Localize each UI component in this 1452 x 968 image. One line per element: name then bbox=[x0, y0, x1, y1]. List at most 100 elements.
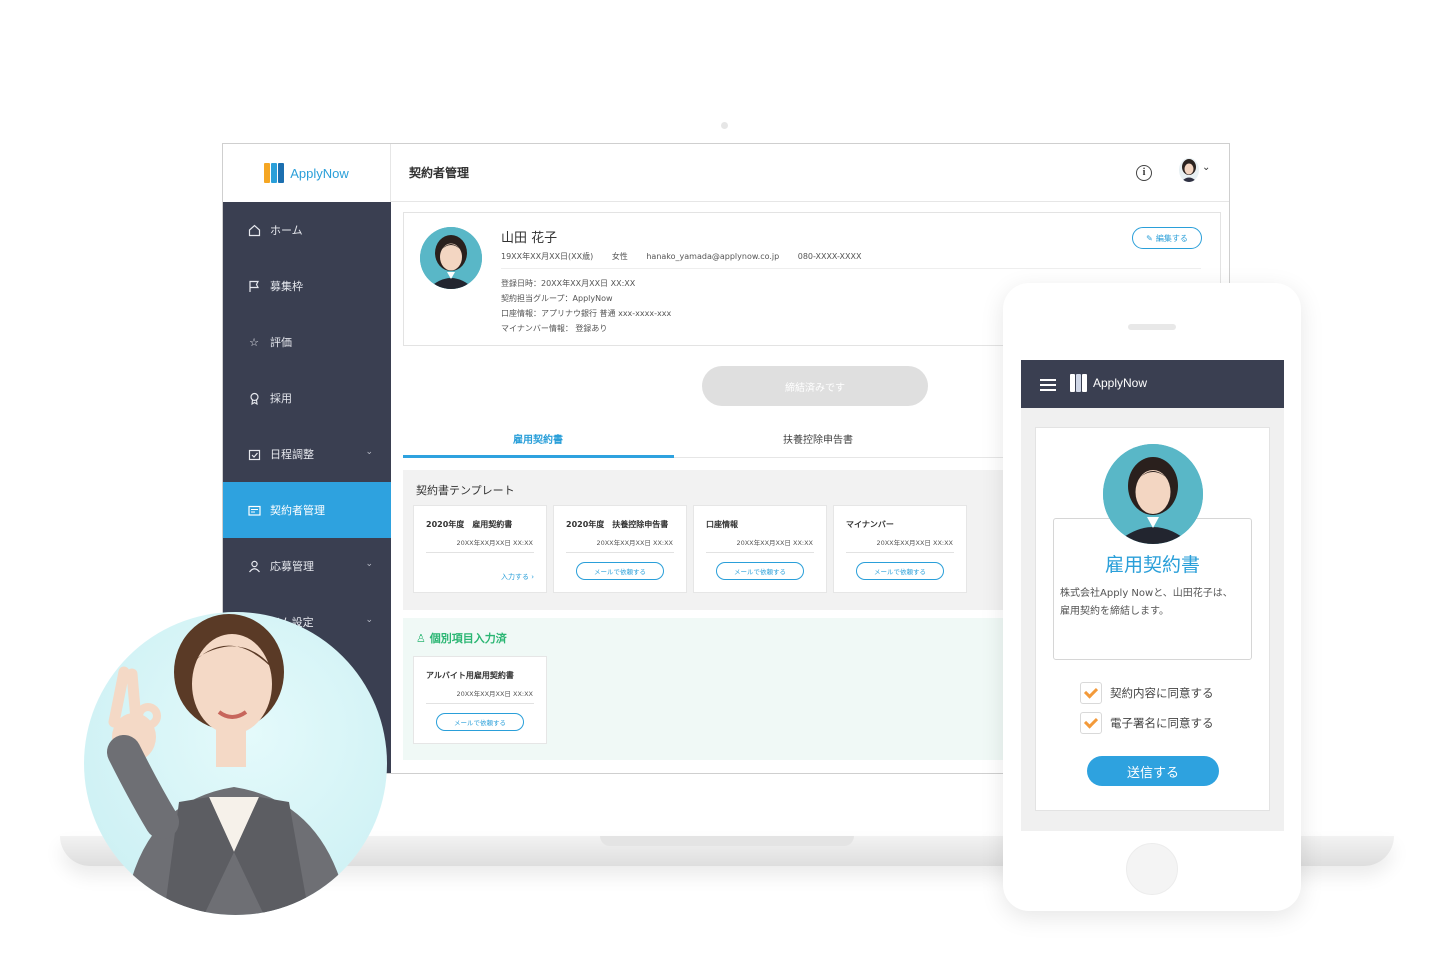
individual-items-panel: ♙ 個別項目入力済 アルバイト用雇用契約書 20XX年XX月XX日 XX:XX … bbox=[403, 618, 1003, 760]
chevron-down-icon: ⌄ bbox=[365, 615, 373, 625]
info-icon[interactable]: i bbox=[1136, 165, 1152, 181]
sidebar-item-label: 日程調整 bbox=[270, 448, 314, 461]
chevron-down-icon: ⌄ bbox=[365, 559, 373, 569]
sidebar-item-recruit-slots[interactable]: 募集枠 bbox=[223, 258, 391, 314]
sidebar-item-label: 採用 bbox=[270, 392, 292, 405]
user-avatar[interactable] bbox=[1179, 158, 1199, 182]
phone-screen: ApplyNow 雇用契約書 株式会社Apply Nowと、山田花子は、雇用契約… bbox=[1021, 360, 1284, 831]
divider bbox=[426, 552, 534, 553]
edit-button[interactable]: ✎ 編集する bbox=[1132, 227, 1202, 249]
edit-button-label: 編集する bbox=[1155, 233, 1188, 243]
checkmark-icon[interactable] bbox=[1080, 712, 1102, 734]
template-card: 2020年度 扶養控除申告書 20XX年XX月XX日 XX:XX メールで依頼す… bbox=[553, 505, 687, 593]
profile-registered: 登録日時：20XX年XX月XX日 XX:XX bbox=[501, 279, 636, 288]
chevron-down-icon: ⌄ bbox=[365, 447, 373, 457]
sidebar-item-schedule[interactable]: 日程調整 ⌄ bbox=[223, 426, 391, 482]
laptop-camera bbox=[721, 122, 728, 129]
email-request-button[interactable]: メールで依頼する bbox=[436, 713, 524, 731]
profile-photo bbox=[420, 227, 482, 289]
flag-icon bbox=[247, 279, 261, 293]
individual-items-label: 個別項目入力済 bbox=[429, 632, 507, 645]
tab-dependent-deduction[interactable]: 扶養控除申告書 bbox=[683, 431, 953, 446]
email-request-button[interactable]: メールで依頼する bbox=[716, 562, 804, 580]
calendar-icon bbox=[247, 447, 261, 461]
sidebar-item-home[interactable]: ホーム bbox=[223, 202, 391, 258]
edit-icon: ✎ bbox=[1146, 233, 1153, 243]
phone-speaker bbox=[1128, 324, 1176, 330]
tab-employment-contract[interactable]: 雇用契約書 bbox=[403, 431, 673, 446]
page-title: 契約者管理 bbox=[409, 166, 470, 180]
template-panel: 契約書テンプレート 2020年度 雇用契約書 20XX年XX月XX日 XX:XX… bbox=[403, 470, 1003, 610]
template-card-date: 20XX年XX月XX日 XX:XX bbox=[736, 539, 813, 547]
document-tabs: 雇用契約書 扶養控除申告書 bbox=[403, 428, 1003, 458]
sidebar-item-contractors[interactable]: 契約者管理 bbox=[223, 482, 391, 538]
input-link[interactable]: 入力する › bbox=[501, 572, 534, 582]
phone-frame: ApplyNow 雇用契約書 株式会社Apply Nowと、山田花子は、雇用契約… bbox=[1003, 283, 1301, 911]
id-card-icon bbox=[247, 503, 261, 517]
template-card-date: 20XX年XX月XX日 XX:XX bbox=[456, 539, 533, 547]
agree-content-checkbox[interactable]: 契約内容に同意する bbox=[1080, 682, 1214, 704]
laptop-notch bbox=[600, 836, 854, 846]
phone-home-button[interactable] bbox=[1126, 843, 1178, 895]
profile-bank: 口座情報：アプリナウ銀行 普通 xxx-xxxx-xxx bbox=[501, 309, 672, 318]
template-card-title: マイナンバー bbox=[846, 520, 894, 529]
email-request-button[interactable]: メールで依頼する bbox=[576, 562, 664, 580]
checkmark-icon[interactable] bbox=[1080, 682, 1102, 704]
ribbon-icon bbox=[247, 391, 261, 405]
sidebar-item-applications[interactable]: 応募管理 ⌄ bbox=[223, 538, 391, 594]
top-bar: 契約者管理 i ⌄ bbox=[391, 144, 1229, 202]
sidebar-item-label: 契約者管理 bbox=[270, 504, 325, 517]
sidebar-item-label: ホーム bbox=[270, 224, 303, 237]
presenter-photo bbox=[84, 612, 387, 915]
contract-status-button[interactable]: 締結済みです bbox=[702, 366, 928, 406]
template-card-title: アルバイト用雇用契約書 bbox=[426, 671, 514, 680]
contract-title: 雇用契約書 bbox=[1104, 554, 1200, 576]
sidebar-item-label: 応募管理 bbox=[270, 560, 314, 573]
hamburger-menu-icon[interactable] bbox=[1040, 379, 1056, 391]
active-tab-indicator bbox=[403, 455, 674, 458]
phone-header: ApplyNow bbox=[1021, 360, 1284, 408]
person-icon bbox=[247, 559, 261, 573]
profile-meta: 19XX年XX月XX日(XX歳) 女性 hanako_yamada@applyn… bbox=[501, 251, 877, 262]
divider bbox=[706, 552, 814, 553]
home-icon bbox=[247, 223, 261, 237]
contract-card: 雇用契約書 株式会社Apply Nowと、山田花子は、雇用契約を締結します。 契… bbox=[1035, 427, 1270, 811]
divider bbox=[566, 552, 674, 553]
applynow-logo-icon bbox=[1070, 374, 1087, 392]
template-card-date: 20XX年XX月XX日 XX:XX bbox=[876, 539, 953, 547]
person-icon: ♙ bbox=[416, 632, 430, 645]
template-card-title: 2020年度 雇用契約書 bbox=[426, 520, 513, 529]
template-card-title: 2020年度 扶養控除申告書 bbox=[566, 520, 669, 529]
template-card-title: 口座情報 bbox=[706, 520, 738, 529]
sidebar-item-hiring[interactable]: 採用 bbox=[223, 370, 391, 426]
template-panel-title: 契約書テンプレート bbox=[416, 484, 515, 497]
profile-gender: 女性 bbox=[611, 252, 628, 261]
profile-divider bbox=[501, 268, 1201, 269]
template-card: マイナンバー 20XX年XX月XX日 XX:XX メールで依頼する bbox=[833, 505, 967, 593]
send-button[interactable]: 送信する bbox=[1087, 756, 1219, 786]
template-card-date: 20XX年XX月XX日 XX:XX bbox=[596, 539, 673, 547]
contractor-photo bbox=[1103, 444, 1203, 544]
divider bbox=[846, 552, 954, 553]
brand-logo[interactable]: ApplyNow bbox=[223, 144, 391, 202]
template-card: アルバイト用雇用契約書 20XX年XX月XX日 XX:XX メールで依頼する bbox=[413, 656, 547, 744]
email-request-button[interactable]: メールで依頼する bbox=[856, 562, 944, 580]
user-menu-chevron-icon[interactable]: ⌄ bbox=[1202, 162, 1210, 173]
profile-mynumber: マイナンバー情報： 登録あり bbox=[501, 324, 608, 333]
agree-signature-checkbox[interactable]: 電子署名に同意する bbox=[1080, 712, 1214, 734]
phone-brand-logo[interactable]: ApplyNow bbox=[1070, 374, 1147, 392]
profile-group: 契約担当グループ：ApplyNow bbox=[501, 294, 613, 303]
individual-items-title: ♙ 個別項目入力済 bbox=[416, 630, 507, 646]
brand-name: ApplyNow bbox=[290, 165, 349, 181]
profile-name: 山田 花子 bbox=[501, 231, 558, 246]
profile-birth: 19XX年XX月XX日(XX歳) bbox=[501, 252, 594, 261]
profile-phone: 080-XXXX-XXXX bbox=[797, 252, 862, 261]
sidebar-item-evaluation[interactable]: ☆ 評価 bbox=[223, 314, 391, 370]
contract-description: 株式会社Apply Nowと、山田花子は、雇用契約を締結します。 bbox=[1060, 588, 1233, 617]
checkbox-label: 電子署名に同意する bbox=[1110, 716, 1214, 730]
phone-brand-name: ApplyNow bbox=[1093, 376, 1148, 390]
template-card[interactable]: 2020年度 雇用契約書 20XX年XX月XX日 XX:XX 入力する › bbox=[413, 505, 547, 593]
template-card: 口座情報 20XX年XX月XX日 XX:XX メールで依頼する bbox=[693, 505, 827, 593]
checkbox-label: 契約内容に同意する bbox=[1110, 686, 1214, 700]
divider bbox=[426, 703, 534, 704]
